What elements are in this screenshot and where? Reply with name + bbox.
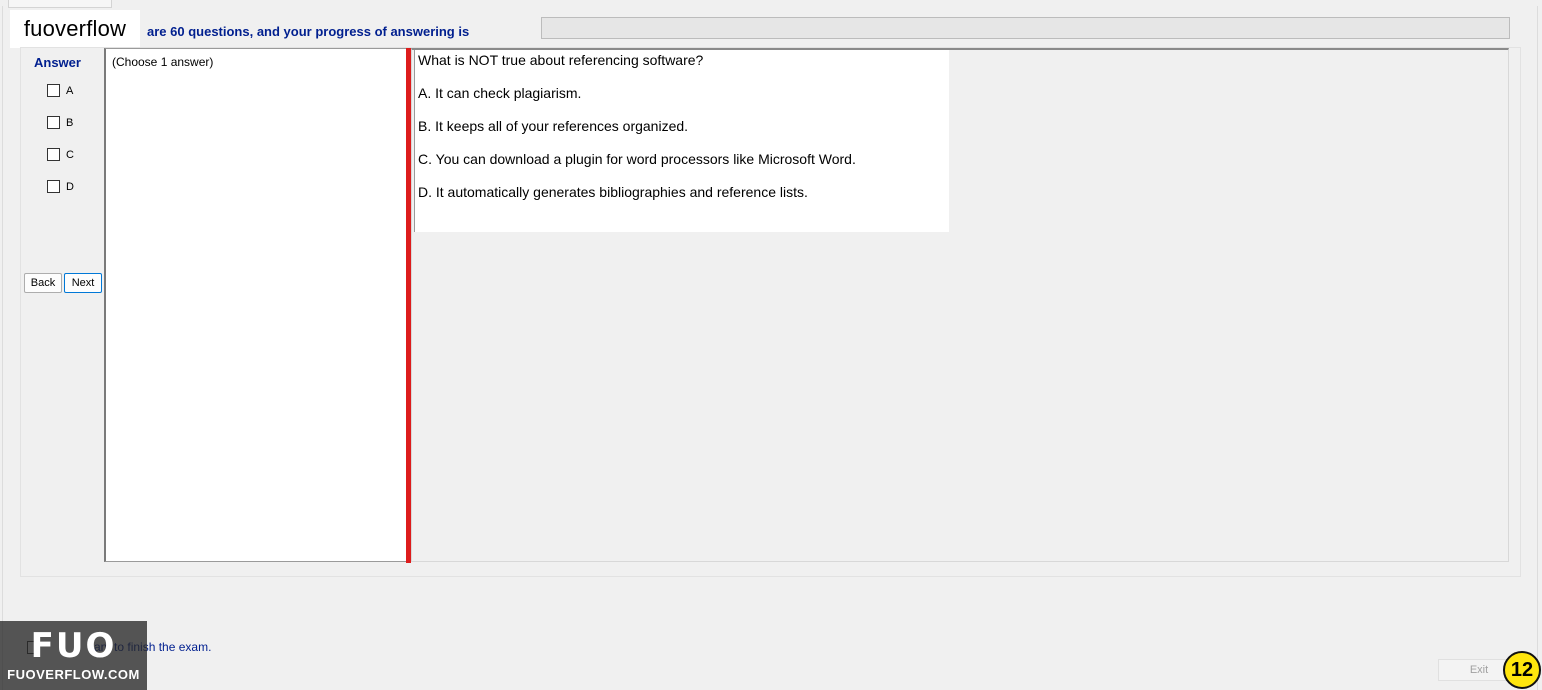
option-a[interactable]: A <box>47 84 73 97</box>
answer-title: Answer <box>34 55 81 70</box>
progress-bar <box>541 17 1510 39</box>
page-number-badge: 12 <box>1503 651 1541 689</box>
question-text: What is NOT true about referencing softw… <box>418 52 704 68</box>
option-c-checkbox[interactable] <box>47 148 60 161</box>
option-d-checkbox[interactable] <box>47 180 60 193</box>
exam-info-text: are 60 questions, and your progress of a… <box>147 24 470 39</box>
back-button[interactable]: Back <box>24 273 62 293</box>
option-d-label: D <box>66 180 74 193</box>
fuo-watermark-small: FUOVERFLOW.COM <box>7 667 140 682</box>
option-c[interactable]: C <box>47 148 74 161</box>
option-b[interactable]: B <box>47 116 73 129</box>
site-logo: fuoverflow <box>10 10 140 48</box>
option-a-label: A <box>66 84 74 97</box>
fuo-watermark-big: FUO <box>30 626 117 666</box>
choose-instruction: (Choose 1 answer) <box>112 55 214 69</box>
answer-text-c: C. You can download a plugin for word pr… <box>418 151 856 167</box>
answer-text-d: D. It automatically generates bibliograp… <box>418 184 808 200</box>
fuo-watermark-logo: FUO FUOVERFLOW.COM <box>0 621 147 690</box>
next-button[interactable]: Next <box>64 273 102 293</box>
question-box: What is NOT true about referencing softw… <box>414 50 949 232</box>
choose-panel: (Choose 1 answer) <box>104 48 407 562</box>
option-b-label: B <box>66 116 74 129</box>
option-c-label: C <box>66 148 74 161</box>
answer-text-a: A. It can check plagiarism. <box>418 85 582 101</box>
option-b-checkbox[interactable] <box>47 116 60 129</box>
answer-text-b: B. It keeps all of your references organ… <box>418 118 689 134</box>
option-a-checkbox[interactable] <box>47 84 60 97</box>
top-tab[interactable] <box>8 0 112 8</box>
option-d[interactable]: D <box>47 180 74 193</box>
